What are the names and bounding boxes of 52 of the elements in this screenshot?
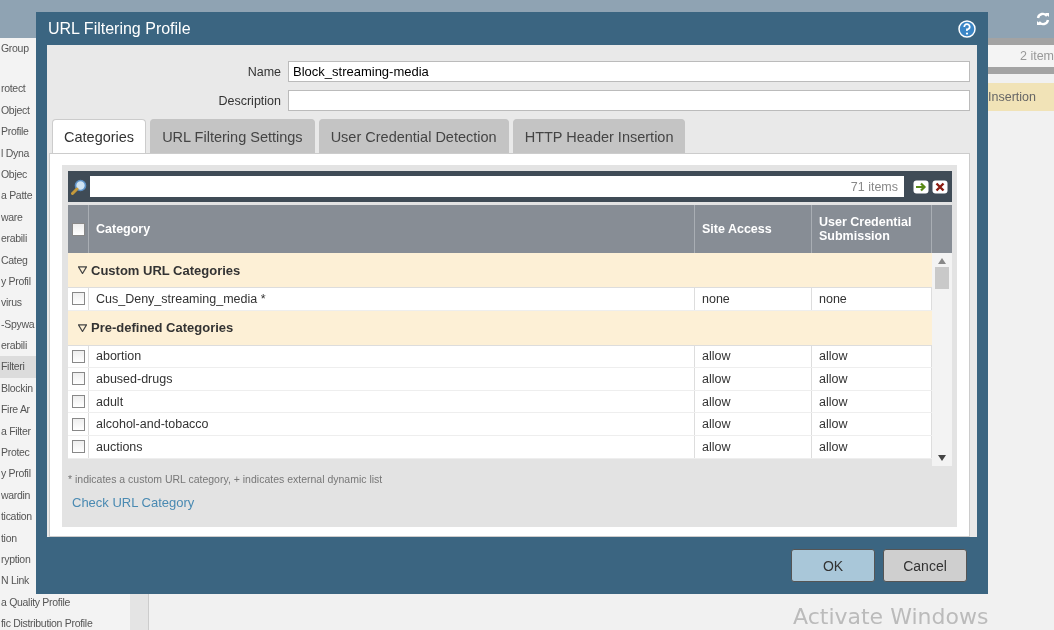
checkbox[interactable] <box>71 372 85 386</box>
tab[interactable]: HTTP Header Insertion <box>512 119 686 153</box>
sidebar-item[interactable]: fic Distribution Profile <box>0 613 130 630</box>
checkbox[interactable] <box>71 395 85 409</box>
checkbox[interactable] <box>71 349 85 363</box>
table-cell: auctions <box>89 435 695 458</box>
table-cell: Cus_Deny_streaming_media * <box>89 288 695 310</box>
table-cell: allow <box>695 345 812 368</box>
footnote: * indicates a custom URL category, + indicates external dynamic list <box>68 473 384 485</box>
checkbox[interactable] <box>71 417 85 431</box>
item-count: 71 items <box>850 179 898 194</box>
cancel-button[interactable]: Cancel <box>883 549 967 582</box>
checkbox[interactable] <box>71 440 85 454</box>
item-count: 2 item <box>1019 49 1054 63</box>
ok-button[interactable]: OK <box>791 549 875 582</box>
clear-filter-icon[interactable] <box>932 179 948 194</box>
table-cell: allow <box>695 368 812 390</box>
table-cell: adult <box>89 390 695 413</box>
collapse-triangle-icon[interactable] <box>78 323 87 332</box>
dialog-title: URL Filtering Profile <box>48 19 191 38</box>
apply-filter-icon[interactable] <box>913 179 929 194</box>
table-cell: allow <box>695 413 812 435</box>
group-title: Custom URL Categories <box>91 262 241 278</box>
text-field[interactable]: Block_streaming-media <box>288 61 970 82</box>
checkbox[interactable] <box>71 292 85 306</box>
table-cell: abortion <box>89 345 695 368</box>
group-header[interactable]: Pre-defined Categories <box>68 310 932 346</box>
tab[interactable]: User Credential Detection <box>318 119 509 153</box>
refresh-icon[interactable] <box>1036 12 1050 26</box>
table-cell: allow <box>695 435 812 458</box>
group-title: Pre-defined Categories <box>91 320 234 336</box>
table-cell: alcohol-and-tobacco <box>89 413 695 435</box>
scroll-up-icon[interactable] <box>938 258 946 264</box>
checkbox[interactable] <box>71 222 85 236</box>
table-cell: abused-drugs <box>89 368 695 390</box>
search-icon <box>71 178 87 195</box>
text-field[interactable] <box>288 90 970 111</box>
scroll-down-icon[interactable] <box>938 455 946 461</box>
group-header[interactable]: Custom URL Categories <box>68 253 932 288</box>
search-field[interactable]: 71 items <box>90 176 904 197</box>
collapse-triangle-icon[interactable] <box>78 266 87 274</box>
field-label: Name <box>246 64 282 79</box>
scrollbar[interactable] <box>932 253 952 466</box>
help-icon[interactable] <box>958 19 976 38</box>
tab[interactable]: URL Filtering Settings <box>150 119 315 153</box>
table-cell: allow <box>695 390 812 413</box>
table-cell-text: Insertion <box>988 90 1037 104</box>
field-label: Description <box>217 93 282 108</box>
table-cell: none <box>695 288 812 310</box>
scroll-thumb[interactable] <box>935 267 949 289</box>
sidebar-item[interactable]: a Quality Profile <box>0 591 130 614</box>
tab[interactable]: Categories <box>52 119 147 153</box>
